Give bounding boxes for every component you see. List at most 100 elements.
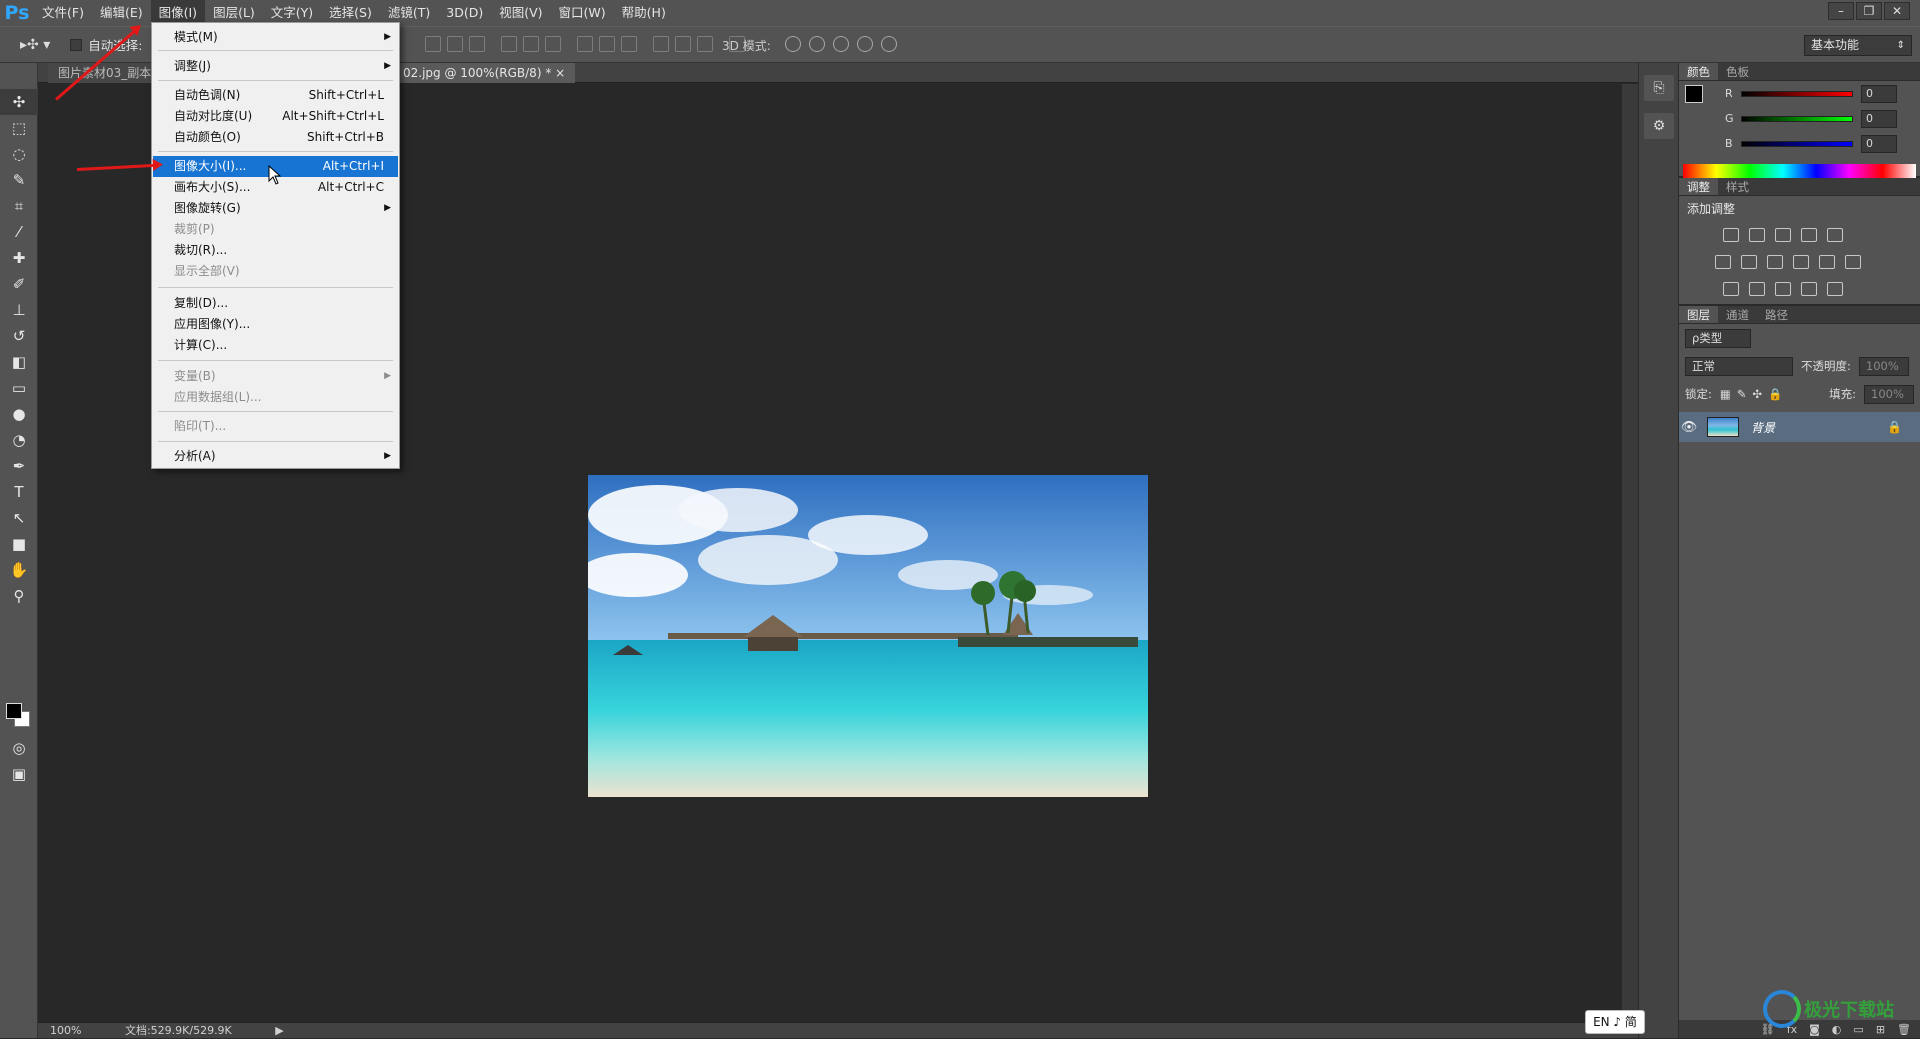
slider-blue[interactable]: B 0 — [1679, 131, 1920, 156]
distribute-bottom-icon[interactable] — [621, 36, 637, 52]
rectangle-tool-icon[interactable]: ■ — [0, 531, 38, 557]
vibrance-icon[interactable] — [1827, 227, 1843, 242]
eye-icon[interactable]: 👁 — [1679, 420, 1699, 435]
slider-red-value[interactable]: 0 — [1861, 84, 1897, 103]
slider-green-value[interactable]: 0 — [1861, 109, 1897, 128]
menu-item-image-rotation[interactable]: 图像旋转(G) ▶ — [153, 198, 398, 219]
photo-filter-icon[interactable] — [1793, 254, 1809, 269]
status-menu-icon[interactable]: ▶ — [275, 1024, 283, 1037]
curves-icon[interactable] — [1775, 227, 1791, 242]
align-right-icon[interactable] — [545, 36, 561, 52]
type-tool-icon[interactable]: T — [0, 479, 38, 505]
move-tool-icon[interactable]: ▸✣ ▾ — [20, 37, 50, 53]
close-button[interactable]: ✕ — [1884, 2, 1910, 20]
slider-red[interactable]: R 0 — [1679, 81, 1920, 106]
lock-icons[interactable]: ▦✎✣🔒 — [1720, 387, 1788, 401]
pen-tool-icon[interactable]: ✒ — [0, 453, 38, 479]
layer-filter-select[interactable]: ρ类型 — [1685, 328, 1751, 348]
menu-item-auto-color[interactable]: 自动颜色(O) Shift+Ctrl+B — [153, 127, 398, 148]
gradient-tool-icon[interactable]: ▭ — [0, 375, 38, 401]
menu-item-calculations[interactable]: 计算(C)... — [153, 335, 398, 356]
slider-red-track[interactable] — [1741, 90, 1853, 97]
tab-paths[interactable]: 路径 — [1757, 306, 1796, 323]
hand-tool-icon[interactable]: ✋ — [0, 557, 38, 583]
black-white-icon[interactable] — [1767, 254, 1783, 269]
tab-adjustments[interactable]: 调整 — [1679, 178, 1718, 195]
blend-mode-select[interactable]: 正常 — [1685, 356, 1793, 376]
brush-tool-icon[interactable]: ✐ — [0, 271, 38, 297]
properties-panel-icon[interactable]: ⚙ — [1644, 113, 1674, 139]
tab-color[interactable]: 颜色 — [1679, 63, 1718, 80]
blur-tool-icon[interactable]: ● — [0, 401, 38, 427]
minimize-button[interactable]: – — [1828, 2, 1854, 20]
align-hcenter-icon[interactable] — [523, 36, 539, 52]
distribute-right-icon[interactable] — [697, 36, 713, 52]
eraser-tool-icon[interactable]: ◧ — [0, 349, 38, 375]
tab-channels[interactable]: 通道 — [1718, 306, 1757, 323]
3d-roll-icon[interactable] — [809, 36, 825, 52]
marquee-tool-icon[interactable]: ⬚ — [0, 115, 38, 141]
quick-mask-icon[interactable]: ◎ — [0, 735, 38, 761]
history-brush-tool-icon[interactable]: ↺ — [0, 323, 38, 349]
3d-rotate-icon[interactable] — [785, 36, 801, 52]
menu-item-mode[interactable]: 模式(M) ▶ — [153, 27, 398, 48]
tab-layers[interactable]: 图层 — [1679, 306, 1718, 323]
menu-view[interactable]: 视图(V) — [491, 0, 550, 26]
invert-icon[interactable] — [1723, 281, 1739, 296]
clone-stamp-tool-icon[interactable]: ⊥ — [0, 297, 38, 323]
menu-edit[interactable]: 编辑(E) — [92, 0, 151, 26]
screen-mode-icon[interactable]: ▣ — [0, 761, 38, 787]
selective-color-icon[interactable] — [1801, 281, 1817, 296]
tab-swatches[interactable]: 色板 — [1718, 63, 1757, 80]
align-vcenter-icon[interactable] — [447, 36, 463, 52]
layer-row-background[interactable]: 👁 背景 🔒 — [1679, 412, 1920, 442]
channel-mixer-icon[interactable] — [1819, 254, 1835, 269]
quick-select-tool-icon[interactable]: ✎ — [0, 167, 38, 193]
layer-name[interactable]: 背景 — [1751, 419, 1775, 436]
slider-green-track[interactable] — [1741, 115, 1853, 122]
gradient-map-icon[interactable] — [1827, 281, 1843, 296]
history-panel-icon[interactable]: ⎘ — [1644, 75, 1674, 101]
color-balance-icon[interactable] — [1741, 254, 1757, 269]
posterize-icon[interactable] — [1749, 281, 1765, 296]
fg-color-chip[interactable] — [1685, 85, 1703, 103]
hue-saturation-icon[interactable] — [1715, 254, 1731, 269]
color-lookup-icon[interactable] — [1845, 254, 1861, 269]
healing-brush-tool-icon[interactable]: ✚ — [0, 245, 38, 271]
distribute-vcenter-icon[interactable] — [599, 36, 615, 52]
tab-styles[interactable]: 样式 — [1718, 178, 1757, 195]
menu-item-adjustments[interactable]: 调整(J) ▶ — [153, 56, 398, 77]
distribute-hcenter-icon[interactable] — [675, 36, 691, 52]
foreground-color-swatch[interactable] — [6, 703, 22, 719]
brightness-icon[interactable] — [1723, 227, 1739, 242]
zoom-tool-icon[interactable]: ⚲ — [0, 583, 38, 609]
distribute-left-icon[interactable] — [653, 36, 669, 52]
menu-item-trim[interactable]: 裁切(R)... — [153, 240, 398, 261]
menu-item-apply-image[interactable]: 应用图像(Y)... — [153, 314, 398, 335]
menu-3d[interactable]: 3D(D) — [438, 0, 491, 26]
crop-tool-icon[interactable]: ⌗ — [0, 193, 38, 219]
exposure-icon[interactable] — [1801, 227, 1817, 242]
3d-slide-icon[interactable] — [857, 36, 873, 52]
dodge-tool-icon[interactable]: ◔ — [0, 427, 38, 453]
ime-indicator[interactable]: EN ♪ 简 — [1585, 1010, 1645, 1034]
align-bottom-icon[interactable] — [469, 36, 485, 52]
menu-item-analysis[interactable]: 分析(A) ▶ — [153, 446, 398, 467]
menu-item-auto-tone[interactable]: 自动色调(N) Shift+Ctrl+L — [153, 85, 398, 106]
eyedropper-tool-icon[interactable]: ⁄ — [0, 219, 38, 245]
menu-window[interactable]: 窗口(W) — [551, 0, 614, 26]
vertical-scrollbar[interactable] — [1622, 84, 1638, 1022]
lasso-tool-icon[interactable]: ◌ — [0, 141, 38, 167]
opacity-input[interactable]: 100% — [1858, 356, 1909, 376]
fill-input[interactable]: 100% — [1864, 384, 1914, 404]
zoom-level[interactable]: 100% — [50, 1024, 81, 1037]
align-left-icon[interactable] — [501, 36, 517, 52]
restore-button[interactable]: ❐ — [1856, 2, 1882, 20]
threshold-icon[interactable] — [1775, 281, 1791, 296]
slider-blue-track[interactable] — [1741, 140, 1853, 147]
align-top-icon[interactable] — [425, 36, 441, 52]
menu-item-duplicate[interactable]: 复制(D)... — [153, 293, 398, 314]
workspace-select[interactable]: 基本功能 ⇕ — [1804, 35, 1912, 56]
menu-item-auto-contrast[interactable]: 自动对比度(U) Alt+Shift+Ctrl+L — [153, 106, 398, 127]
slider-blue-value[interactable]: 0 — [1861, 134, 1897, 153]
